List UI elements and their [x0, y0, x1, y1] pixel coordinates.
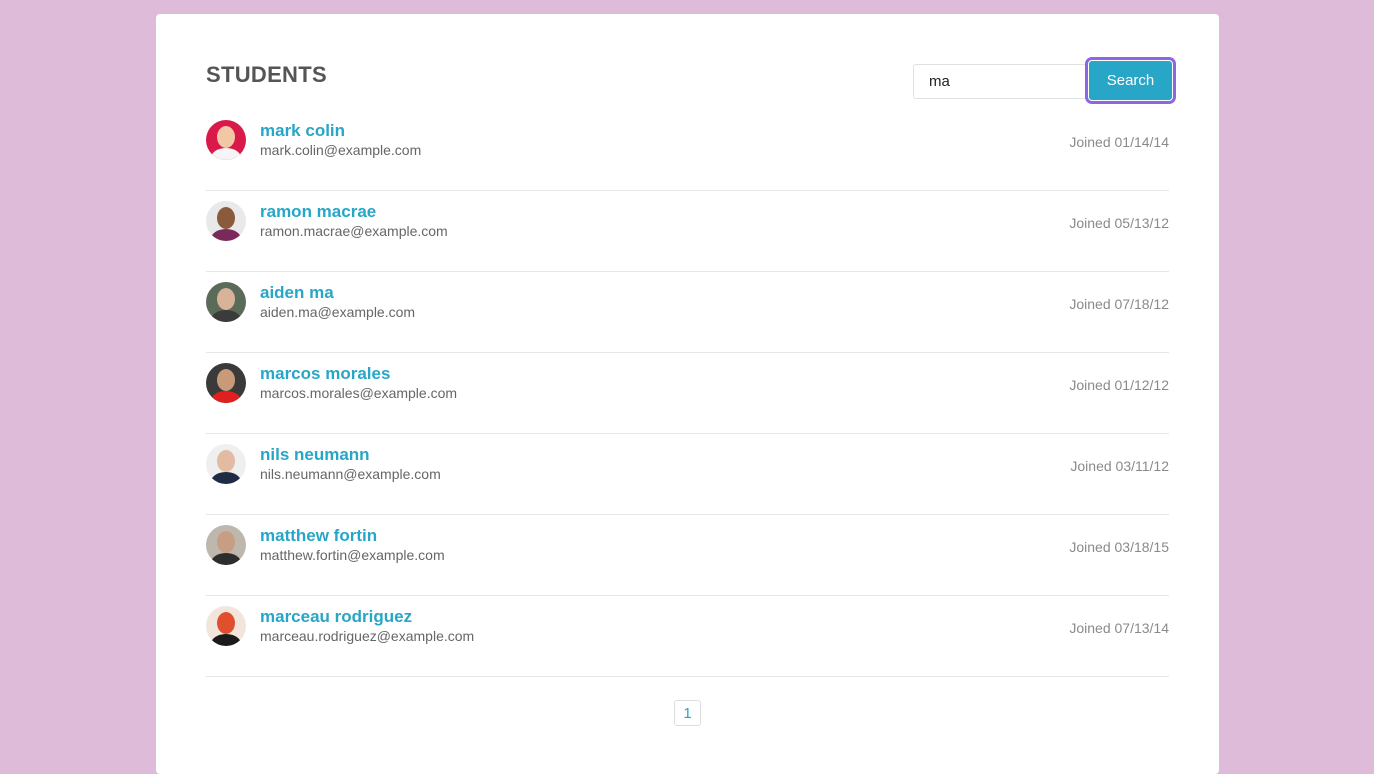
avatar-icon	[206, 606, 246, 646]
list-item: marceau rodriguez marceau.rodriguez@exam…	[206, 596, 1169, 677]
list-item: marcos morales marcos.morales@example.co…	[206, 353, 1169, 434]
avatar-icon	[206, 201, 246, 241]
joined-date: Joined 03/18/15	[1069, 539, 1169, 555]
page-title: STUDENTS	[206, 62, 327, 87]
list-item: aiden ma aiden.ma@example.com Joined 07/…	[206, 272, 1169, 353]
student-name-link[interactable]: ramon macrae	[260, 202, 376, 222]
students-card: STUDENTS Search mark colin mark.colin@ex…	[156, 14, 1219, 774]
avatar-icon	[206, 444, 246, 484]
joined-date: Joined 05/13/12	[1069, 215, 1169, 231]
list-item: mark colin mark.colin@example.com Joined…	[206, 110, 1169, 191]
student-name-link[interactable]: aiden ma	[260, 283, 334, 303]
avatar-icon	[206, 120, 246, 160]
student-name-link[interactable]: matthew fortin	[260, 526, 377, 546]
student-name-link[interactable]: marceau rodriguez	[260, 607, 412, 627]
avatar-icon	[206, 282, 246, 322]
avatar-icon	[206, 525, 246, 565]
student-email: nils.neumann@example.com	[260, 466, 441, 482]
joined-date: Joined 07/18/12	[1069, 296, 1169, 312]
joined-date: Joined 01/14/14	[1069, 134, 1169, 150]
student-email: mark.colin@example.com	[260, 142, 422, 158]
student-name-link[interactable]: marcos morales	[260, 364, 390, 384]
student-email: matthew.fortin@example.com	[260, 547, 445, 563]
student-name-link[interactable]: mark colin	[260, 121, 345, 141]
student-email: aiden.ma@example.com	[260, 304, 416, 320]
student-list: mark colin mark.colin@example.com Joined…	[206, 110, 1169, 677]
student-email: ramon.macrae@example.com	[260, 223, 448, 239]
list-item: nils neumann nils.neumann@example.com Jo…	[206, 434, 1169, 515]
list-item: ramon macrae ramon.macrae@example.com Jo…	[206, 191, 1169, 272]
list-item: matthew fortin matthew.fortin@example.co…	[206, 515, 1169, 596]
joined-date: Joined 07/13/14	[1069, 620, 1169, 636]
avatar-icon	[206, 363, 246, 403]
student-email: marceau.rodriguez@example.com	[260, 628, 475, 644]
search-input[interactable]	[913, 64, 1088, 99]
joined-date: Joined 01/12/12	[1069, 377, 1169, 393]
search-button[interactable]: Search	[1088, 60, 1173, 101]
student-email: marcos.morales@example.com	[260, 385, 458, 401]
student-name-link[interactable]: nils neumann	[260, 445, 370, 465]
joined-date: Joined 03/11/12	[1070, 458, 1169, 474]
pagination-page-1[interactable]: 1	[674, 700, 701, 726]
